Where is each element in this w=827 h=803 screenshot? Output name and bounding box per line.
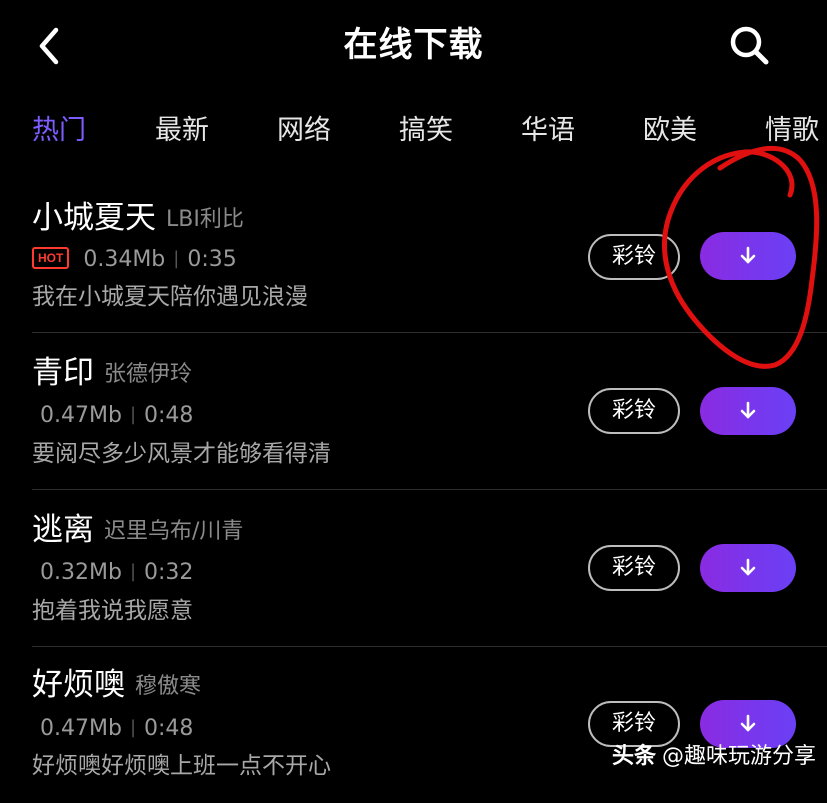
download-arrow-icon xyxy=(740,558,756,576)
song-lyric: 我在小城夏天陪你遇见浪漫 xyxy=(32,284,308,310)
song-lyric: 好烦噢好烦噢上班一点不开心 xyxy=(32,753,331,779)
song-meta: 0.47Mb | 0:48 xyxy=(40,400,193,431)
song-artist: 迟里乌布/川青 xyxy=(104,519,244,544)
song-duration: 0:48 xyxy=(144,403,194,428)
ringtone-button[interactable]: 彩铃 xyxy=(588,545,680,591)
song-title-row: 逃离 迟里乌布/川青 xyxy=(32,510,243,552)
search-icon xyxy=(730,26,769,65)
song-name: 逃离 xyxy=(32,512,94,548)
tab-love-songs[interactable]: 情歌 xyxy=(765,106,819,156)
download-button[interactable] xyxy=(700,544,796,592)
song-title-row: 小城夏天 LBI利比 xyxy=(32,198,244,240)
tab-chinese[interactable]: 华语 xyxy=(521,106,575,156)
download-button[interactable] xyxy=(700,387,796,435)
song-item[interactable]: 好烦噢 穆傲寒 0.47Mb | 0:48 好烦噢好烦噢上班一点不开心 彩铃 xyxy=(0,647,827,803)
tab-western[interactable]: 欧美 xyxy=(643,106,697,156)
ringtone-button[interactable]: 彩铃 xyxy=(588,701,680,747)
song-item[interactable]: 青印 张德伊玲 0.47Mb | 0:48 要阅尽多少风景才能够看得清 彩铃 xyxy=(0,333,827,490)
ringtone-button[interactable]: 彩铃 xyxy=(588,388,680,434)
page-title: 在线下载 xyxy=(343,25,484,65)
song-lyric: 抱着我说我愿意 xyxy=(32,598,193,624)
tab-funny[interactable]: 搞笑 xyxy=(399,106,453,156)
hot-badge: HOT xyxy=(32,247,70,269)
tab-newest[interactable]: 最新 xyxy=(155,106,209,156)
download-arrow-icon xyxy=(740,401,756,419)
song-duration: 0:32 xyxy=(144,560,194,585)
song-artist: 穆傲寒 xyxy=(135,674,202,699)
song-size: 0.47Mb xyxy=(40,716,122,741)
download-arrow-icon xyxy=(740,714,756,732)
song-meta: 0.47Mb | 0:48 xyxy=(40,713,193,744)
song-title-row: 好烦噢 穆傲寒 xyxy=(32,665,201,707)
category-tabs: 热门 最新 网络 搞笑 华语 欧美 情歌 xyxy=(0,106,827,156)
watermark: 头条 @趣味玩游分享 xyxy=(612,742,816,772)
download-button[interactable] xyxy=(700,700,796,748)
song-name: 小城夏天 xyxy=(32,200,156,236)
download-arrow-icon xyxy=(740,246,756,264)
meta-separator: | xyxy=(129,717,137,738)
song-meta: 0.32Mb | 0:32 xyxy=(40,557,193,588)
song-artist: 张德伊玲 xyxy=(104,362,193,387)
watermark-handle: @趣味玩游分享 xyxy=(662,744,817,769)
meta-separator: | xyxy=(129,404,137,425)
download-button[interactable] xyxy=(700,232,796,280)
app-header: 在线下载 xyxy=(0,0,827,92)
song-name: 青印 xyxy=(32,355,94,391)
tab-internet[interactable]: 网络 xyxy=(277,106,331,156)
song-size: 0.32Mb xyxy=(40,560,122,585)
song-lyric: 要阅尽多少风景才能够看得清 xyxy=(32,441,331,467)
song-size: 0.47Mb xyxy=(40,403,122,428)
song-name: 好烦噢 xyxy=(32,667,125,703)
song-title-row: 青印 张德伊玲 xyxy=(32,353,192,395)
song-meta: HOT 0.34Mb | 0:35 xyxy=(32,244,237,275)
song-size: 0.34Mb xyxy=(83,247,166,272)
song-artist: LBI利比 xyxy=(166,207,244,232)
song-duration: 0:48 xyxy=(144,716,194,741)
meta-separator: | xyxy=(173,248,180,269)
ringtone-button[interactable]: 彩铃 xyxy=(588,234,680,280)
song-item[interactable]: 逃离 迟里乌布/川青 0.32Mb | 0:32 抱着我说我愿意 彩铃 xyxy=(0,490,827,647)
search-button[interactable] xyxy=(726,22,774,70)
meta-separator: | xyxy=(129,561,137,582)
song-duration: 0:35 xyxy=(187,247,237,272)
tab-hot[interactable]: 热门 xyxy=(32,106,86,156)
watermark-brand: 头条 xyxy=(612,744,657,769)
song-item[interactable]: 小城夏天 LBI利比 HOT 0.34Mb | 0:35 我在小城夏天陪你遇见浪漫 彩铃 xyxy=(0,176,827,333)
